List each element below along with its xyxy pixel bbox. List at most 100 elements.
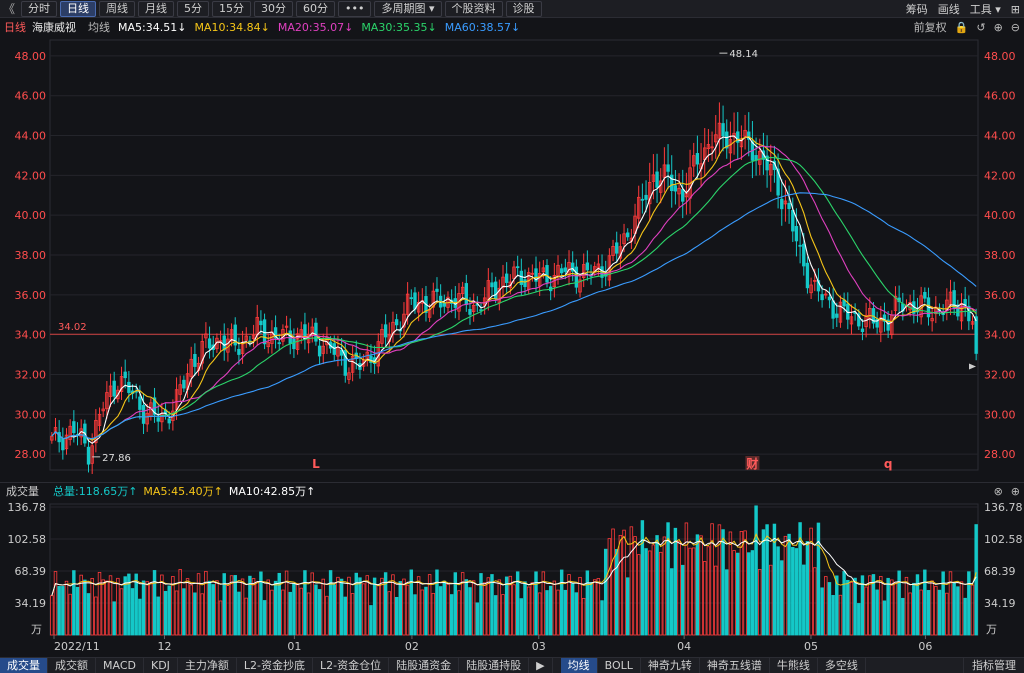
indicator-tab-9[interactable]: ▶ [529,658,553,673]
volume-bar [376,585,381,636]
price-chart[interactable]: 28.00 28.00 30.00 30.00 32.00 32.00 34.00 34.00… [0,36,1024,485]
volume-bar [255,581,259,636]
volume-bar [229,575,234,636]
ma-value-1: MA10:34.84↓ [194,20,270,34]
volume-chart[interactable]: 34.19 34.19 68.39 68.39 102.58 102.58 136.78 13… [0,498,1024,660]
volume-bar [607,538,612,636]
volume-bar [747,552,751,636]
indicator-tab-7[interactable]: 陆股通资金 [389,658,460,673]
volume-bar [295,583,300,636]
volume-tick-right: 34.19 [984,597,1016,610]
volume-bar [207,580,212,636]
volume-bar [321,578,325,636]
adjust-mode-button[interactable]: 前复权 [914,19,947,35]
toolbar-right-item-3[interactable]: ⊞ [1011,3,1020,16]
volume-bar [622,529,626,636]
indicator-tab-12[interactable]: 神奇九转 [641,658,700,673]
toolbar-right-item-1[interactable]: 画线 [938,1,960,17]
volume-bar [64,580,69,636]
volume-bar [273,580,278,636]
candle-body [222,335,226,351]
price-tick-left: 38.00 [15,249,47,262]
indicator-tab-13[interactable]: 神奇五线谱 [700,658,770,673]
volume-bar [692,547,696,636]
indicator-tab-11[interactable]: BOLL [598,658,641,673]
volume-bar [945,592,949,636]
period-tab-2[interactable]: 周线 [99,0,135,17]
indicator-tab-0[interactable]: 成交量 [0,658,48,673]
period-tab-11[interactable]: 诊股 [505,0,542,17]
volume-bar [611,528,615,636]
candle-body [802,243,806,267]
back-icon[interactable]: 《 [0,0,18,17]
indicator-manage-button[interactable]: 指标管理 [963,658,1024,673]
volume-bar [824,576,828,636]
volume-bar [875,589,879,636]
volume-bar [952,582,956,636]
current-price-arrow [969,363,976,370]
volume-ma5: MA5:45.40万↑ [143,484,223,498]
price-tick-left: 40.00 [15,209,47,222]
period-tab-10[interactable]: 个股资料 [444,0,503,17]
indicator-tab-6[interactable]: L2-资金仓位 [313,658,390,673]
candle-body [207,338,212,349]
period-tab-6[interactable]: 30分 [254,0,293,17]
toolbar-right-item-0[interactable]: 筹码 [906,1,928,17]
indicator-tab-5[interactable]: L2-资金抄底 [237,658,314,673]
price-tick-right: 34.00 [984,329,1016,342]
period-tab-9[interactable]: 多周期图 ▾ [374,0,442,17]
indicator-tab-10[interactable]: 均线 [560,658,598,673]
indicator-tab-8[interactable]: 陆股通持股 [459,658,530,673]
volume-bar [787,533,791,636]
chart-control-icon-3[interactable]: ⊕ [994,21,1003,34]
candle-body [560,268,564,274]
volume-bar [134,573,138,636]
volume-bar [97,571,102,636]
candle-body [831,300,835,319]
chart-control-icon-2[interactable]: ↺ [976,21,985,34]
volume-bar [145,581,149,636]
volume-bar [325,595,329,636]
period-tab-5[interactable]: 15分 [212,0,251,17]
volume-bar [563,589,568,636]
period-tab-8[interactable]: ••• [338,0,372,17]
chart-control-icon-4[interactable]: ⊖ [1011,21,1020,34]
volume-bar [644,548,648,636]
chart-control-icon-1[interactable]: 🔒 [955,21,969,34]
volume-bar [699,535,703,636]
price-tick-left: 28.00 [15,448,47,461]
volume-bar [581,597,586,636]
volume-bar [761,529,766,636]
volume-bar [548,585,553,636]
price-tick-left: 32.00 [15,368,47,381]
volume-bar [959,581,964,636]
volume-bar [413,594,417,636]
volume-bar [167,585,171,636]
toolbar-right-item-2[interactable]: 工具 ▾ [970,1,1001,17]
add-indicator-icon[interactable]: ⊕ [1011,485,1020,498]
indicator-tab-3[interactable]: KDJ [144,658,178,673]
volume-bar [123,576,127,636]
period-tab-4[interactable]: 5分 [177,0,209,17]
indicator-tab-14[interactable]: 牛熊线 [770,658,818,673]
volume-bar [677,541,681,636]
indicator-tab-15[interactable]: 多空线 [818,658,866,673]
period-tab-3[interactable]: 月线 [138,0,174,17]
volume-bar [215,580,219,636]
indicator-tab-4[interactable]: 主力净额 [178,658,237,673]
indicator-tab-1[interactable]: 成交额 [48,658,96,673]
candle-body [681,189,685,202]
volume-bar [552,580,557,636]
volume-bar [504,576,509,636]
indicator-tab-2[interactable]: MACD [96,658,144,673]
candle-body [112,380,116,397]
ma-label[interactable]: 均线 [88,19,110,35]
volume-bar [934,585,938,636]
volume-bar [130,588,135,636]
volume-title: 成交量 [6,484,39,498]
close-indicator-icon[interactable]: ⊗ [994,485,1003,498]
volume-bar [328,570,333,636]
period-tab-0[interactable]: 分时 [21,0,57,17]
period-tab-7[interactable]: 60分 [296,0,335,17]
period-tab-1[interactable]: 日线 [60,0,96,17]
